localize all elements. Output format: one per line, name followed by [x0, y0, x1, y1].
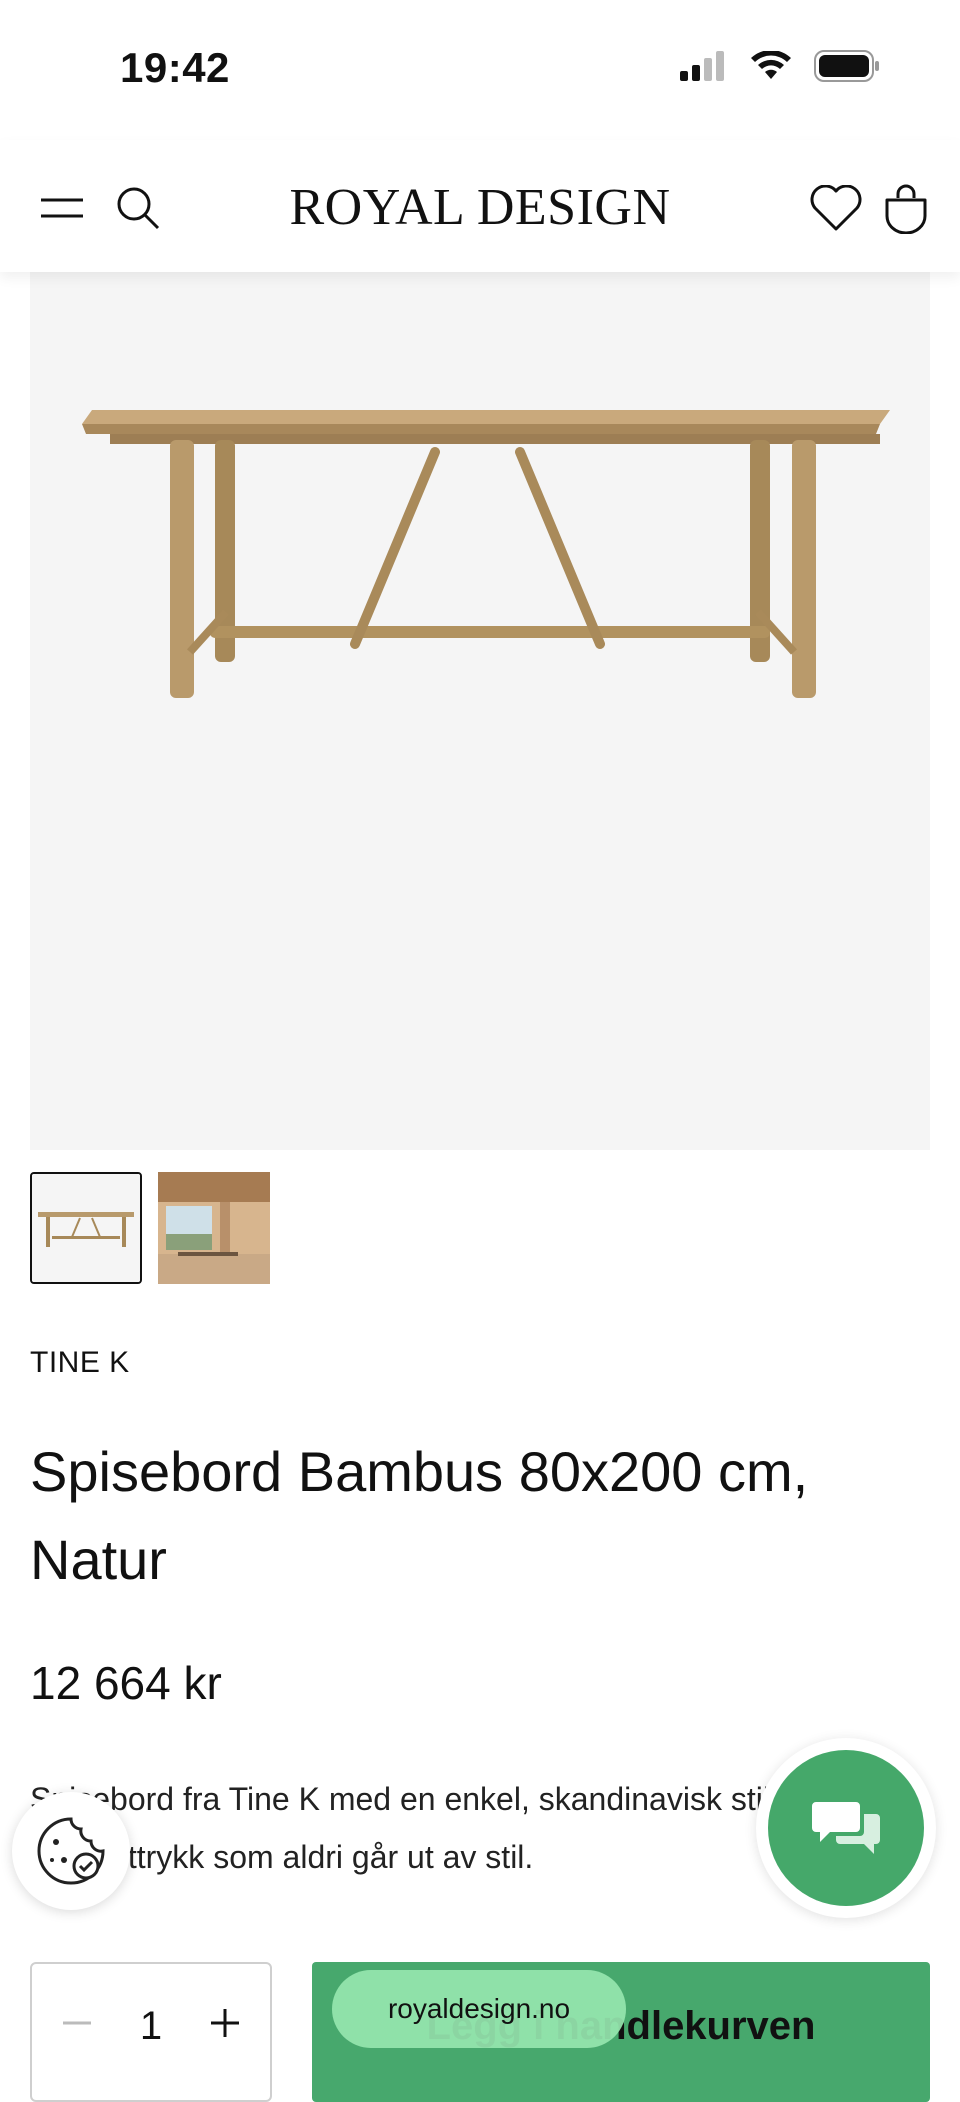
wifi-icon	[751, 51, 791, 79]
chat-icon	[812, 1802, 880, 1854]
chat-button-inner	[768, 1750, 924, 1906]
product-title: Spisebord Bambus 80x200 cm, Natur	[30, 1440, 809, 1591]
cart-button[interactable]	[878, 180, 934, 236]
chat-button[interactable]	[756, 1738, 936, 1918]
wishlist-button[interactable]	[808, 180, 864, 236]
status-bar: 19:42	[0, 0, 960, 140]
product-brand[interactable]: TINE K	[30, 1346, 130, 1380]
thumbnail-1[interactable]	[30, 1172, 142, 1284]
quantity-stepper[interactable]: 1	[30, 1962, 272, 2102]
cookie-settings-button[interactable]	[12, 1792, 130, 1910]
cookie-icon	[37, 1817, 105, 1885]
status-icons	[680, 50, 880, 82]
plus-icon	[211, 2009, 239, 2037]
table-thumbnail-illustration	[32, 1174, 140, 1282]
browser-url-pill[interactable]: royaldesign.no	[332, 1970, 626, 2048]
thumbnail-2[interactable]	[158, 1172, 270, 1284]
status-time: 19:42	[120, 44, 230, 91]
shopping-bag-icon	[885, 184, 927, 234]
product-price: 12 664 kr	[30, 1657, 222, 1709]
table-illustration	[82, 410, 890, 698]
interior-thumbnail-illustration	[158, 1172, 270, 1284]
product-main-image[interactable]	[30, 272, 930, 1150]
quantity-decrease-button[interactable]	[52, 2002, 102, 2052]
battery-icon	[814, 50, 879, 82]
heart-icon	[810, 185, 862, 231]
quantity-increase-button[interactable]	[200, 2002, 250, 2052]
cellular-signal-icon	[680, 51, 724, 81]
product-description: Spisebord fra Tine K med en enkel, skand…	[30, 1781, 770, 1875]
quantity-value: 1	[139, 2004, 163, 2048]
minus-icon	[63, 2021, 91, 2025]
site-header: ROYAL DESIGN	[0, 140, 960, 272]
